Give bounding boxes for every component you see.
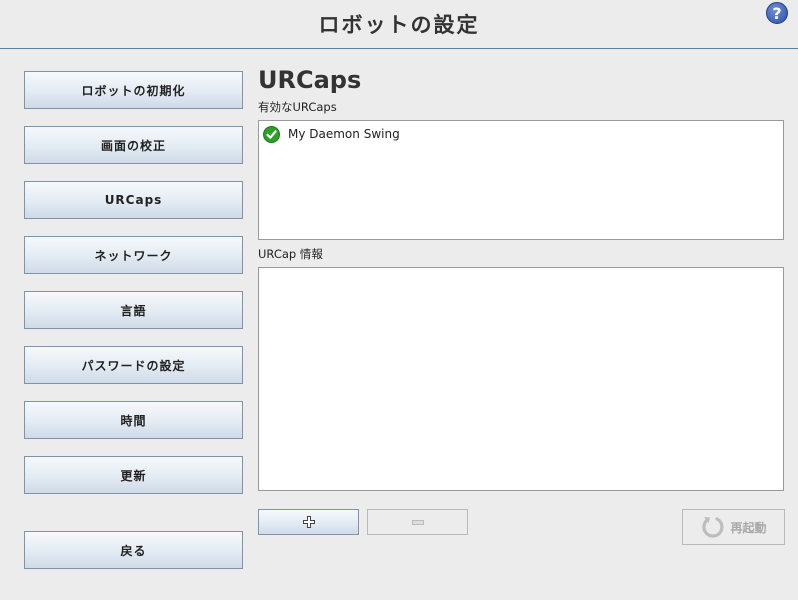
urcap-info-panel bbox=[258, 267, 784, 491]
sidebar-item-time[interactable]: 時間 bbox=[24, 401, 243, 439]
list-item[interactable]: My Daemon Swing bbox=[263, 125, 400, 143]
active-urcaps-label: 有効なURCaps bbox=[258, 100, 337, 114]
help-button[interactable]: ? bbox=[766, 2, 788, 24]
sidebar-item-label: URCaps bbox=[104, 193, 163, 207]
header-bar: ロボットの設定 ? bbox=[0, 0, 798, 49]
sidebar-item-label: 更新 bbox=[120, 468, 147, 483]
back-button[interactable]: 戻る bbox=[24, 531, 243, 569]
sidebar-item-label: ネットワーク bbox=[94, 248, 173, 263]
sidebar-item-label: 言語 bbox=[120, 303, 147, 318]
add-urcap-button[interactable] bbox=[258, 509, 359, 535]
sidebar-item-calibrate-screen[interactable]: 画面の校正 bbox=[24, 126, 243, 164]
check-icon bbox=[263, 125, 280, 143]
plus-icon bbox=[302, 516, 315, 528]
section-title: URCaps bbox=[258, 66, 362, 94]
restart-button[interactable]: 再起動 bbox=[682, 509, 785, 545]
sidebar-item-set-password[interactable]: パスワードの設定 bbox=[24, 346, 243, 384]
remove-urcap-button[interactable] bbox=[367, 509, 468, 535]
urcap-name: My Daemon Swing bbox=[288, 127, 400, 141]
urcap-info-label: URCap 情報 bbox=[258, 247, 323, 261]
sidebar-item-initialize-robot[interactable]: ロボットの初期化 bbox=[24, 71, 243, 109]
page-title: ロボットの設定 bbox=[318, 12, 480, 37]
help-icon: ? bbox=[772, 4, 782, 23]
restart-icon bbox=[702, 517, 725, 538]
sidebar-item-network[interactable]: ネットワーク bbox=[24, 236, 243, 274]
restart-label: 再起動 bbox=[730, 520, 767, 535]
sidebar-item-label: ロボットの初期化 bbox=[81, 83, 186, 98]
sidebar-item-label: 時間 bbox=[120, 413, 147, 428]
sidebar-item-update[interactable]: 更新 bbox=[24, 456, 243, 494]
back-button-label: 戻る bbox=[120, 543, 147, 558]
sidebar-item-urcaps[interactable]: URCaps bbox=[24, 181, 243, 219]
minus-icon bbox=[411, 519, 424, 525]
active-urcaps-list[interactable]: My Daemon Swing bbox=[258, 120, 784, 240]
sidebar-item-label: 画面の校正 bbox=[100, 138, 166, 153]
sidebar-item-language[interactable]: 言語 bbox=[24, 291, 243, 329]
sidebar-item-label: パスワードの設定 bbox=[81, 358, 186, 373]
